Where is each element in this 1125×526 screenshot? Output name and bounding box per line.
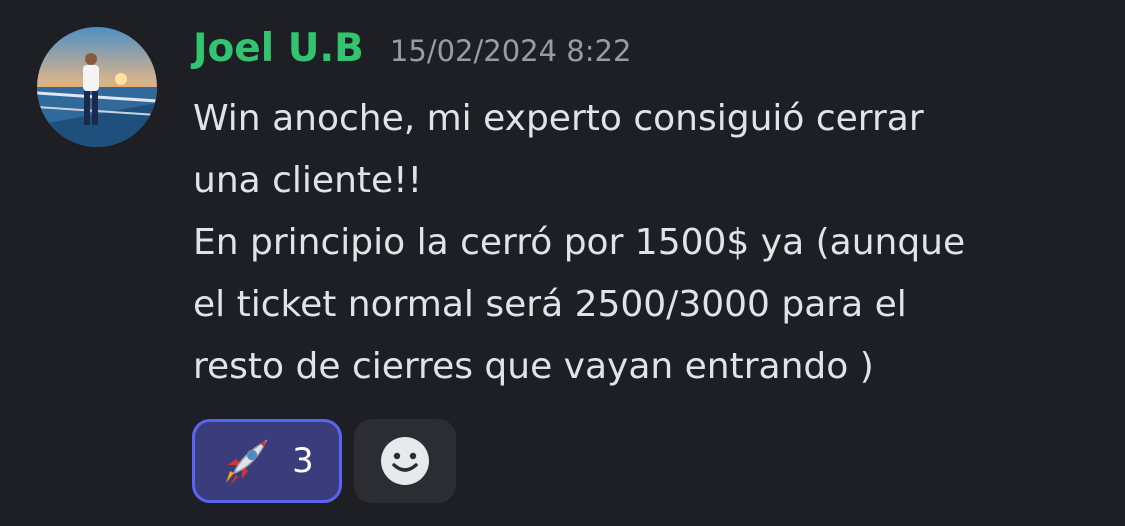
message-header: Joel U.B 15/02/2024 8:22	[193, 24, 631, 76]
avatar-photo	[37, 27, 157, 147]
message-line: resto de cierres que vayan entrando )	[193, 346, 874, 387]
rocket-icon	[220, 435, 272, 487]
timestamp: 15/02/2024 8:22	[389, 34, 632, 68]
smiley-icon	[381, 437, 429, 485]
message-line: Win anoche, mi experto consiguió cerrar	[193, 98, 924, 139]
username[interactable]: Joel U.B	[193, 24, 364, 74]
avatar[interactable]	[37, 27, 157, 147]
message-line: una cliente!!	[193, 160, 423, 201]
reaction-bar: 3	[192, 419, 456, 503]
reaction-rocket[interactable]: 3	[192, 419, 342, 503]
reaction-count: 3	[292, 441, 314, 481]
message-line: el ticket normal será 2500/3000 para el	[193, 284, 907, 325]
message-line: En principio la cerró por 1500$ ya (aunq…	[193, 222, 966, 263]
add-reaction-button[interactable]	[354, 419, 456, 503]
message-content: Win anoche, mi experto consiguió cerrar …	[193, 88, 1093, 398]
chat-message: Joel U.B 15/02/2024 8:22 Win anoche, mi …	[0, 0, 1125, 526]
